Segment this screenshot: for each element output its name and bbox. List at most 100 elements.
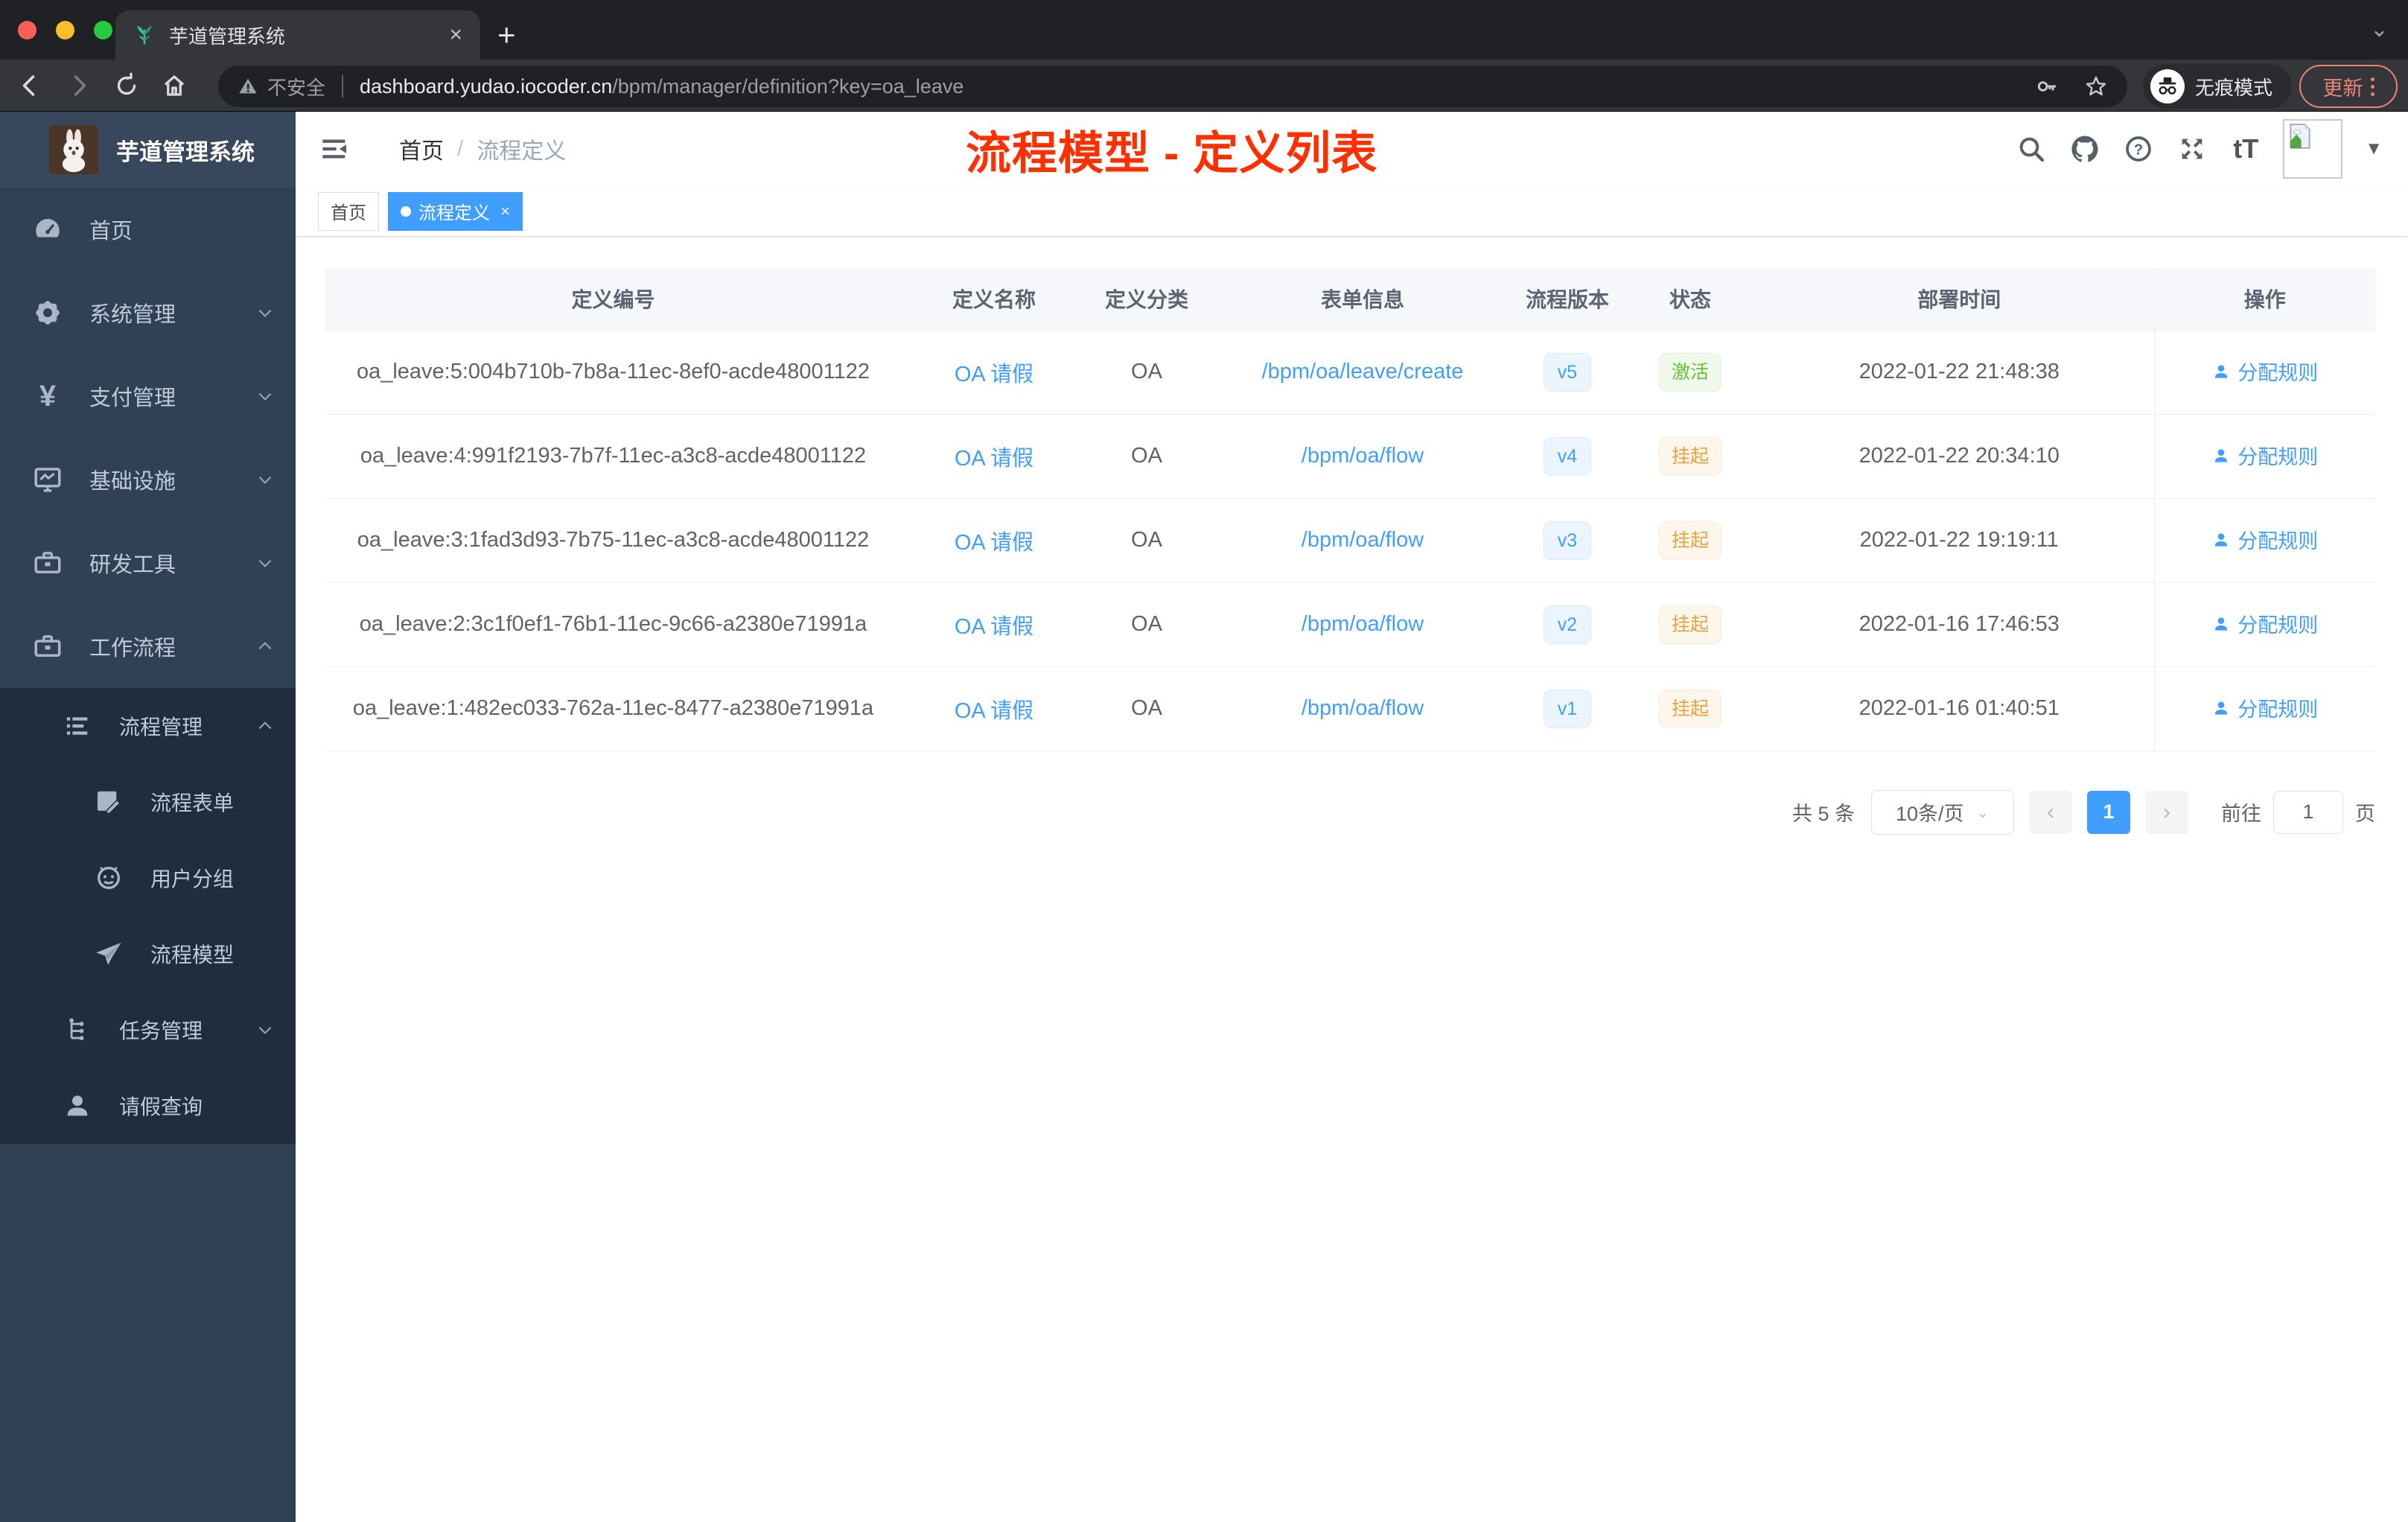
new-tab-button[interactable]: + [497,13,516,57]
security-label[interactable]: 不安全 [267,73,325,101]
form-link[interactable]: /bpm/oa/flow [1302,528,1424,552]
assign-rule-button[interactable]: 分配规则 [2211,609,2318,638]
user-avatar[interactable] [2283,119,2343,179]
app-title: 芋道管理系统 [116,138,255,165]
version-badge[interactable]: v1 [1544,689,1591,728]
window-minimize-button[interactable] [56,21,74,39]
site-favicon-plant-icon [137,25,152,45]
password-key-icon[interactable] [2035,74,2059,98]
sidebar-logo[interactable]: 芋道管理系统 [0,112,296,188]
hamburger-icon[interactable] [320,134,350,164]
sidebar-item-label: 研发工具 [89,553,176,577]
sidebar-item-label: 工作流程 [89,637,176,660]
github-icon[interactable] [2068,133,2101,165]
col-header-version: 流程版本 [1519,268,1616,331]
col-header-status: 状态 [1616,268,1765,331]
page-number-button[interactable]: 1 [2087,790,2130,834]
tag-process-definition[interactable]: 流程定义 × [388,191,523,231]
sidebar-item-home[interactable]: 首页 [0,188,296,271]
chevron-down-icon [255,470,275,489]
version-badge[interactable]: v2 [1544,605,1591,644]
version-badge[interactable]: v5 [1544,352,1591,392]
home-icon[interactable] [158,69,191,102]
sidebar-item-workflow[interactable]: 工作流程 [0,605,296,688]
form-link[interactable]: /bpm/oa/flow [1302,444,1424,468]
tab-close-icon[interactable]: × [449,22,462,48]
sidebar-item-process-form[interactable]: 流程表单 [0,764,296,840]
browser-tab[interactable]: 芋道管理系统 × [115,10,480,60]
breadcrumb-home[interactable]: 首页 [399,133,444,165]
sidebar-item-dev-tools[interactable]: 研发工具 [0,521,296,605]
back-icon[interactable] [13,69,46,102]
sidebar-item-payment[interactable]: ¥ 支付管理 [0,354,296,438]
cell-category: OA [1087,330,1206,415]
sidebar-item-user-group[interactable]: 用户分组 [0,840,296,916]
cell-definition-id: oa_leave:2:3c1f0ef1-76b1-11ec-9c66-a2380… [325,582,901,667]
svg-text:?: ? [2134,142,2143,159]
forward-icon[interactable] [63,69,95,102]
cell-definition-id: oa_leave:1:482ec033-762a-11ec-8477-a2380… [325,666,901,751]
assign-rule-button[interactable]: 分配规则 [2211,357,2318,386]
pagination-total: 共 5 条 [1791,803,1855,825]
tab-search-chevron-icon[interactable]: ⌄ [2370,16,2389,42]
definition-name-link[interactable]: OA 请假 [955,531,1033,555]
browser-tab-strip: 芋道管理系统 × + ⌄ [0,0,2408,60]
reload-icon[interactable] [110,69,143,102]
font-size-icon[interactable]: tT [2229,133,2262,165]
bookmark-star-icon[interactable] [2084,74,2108,98]
definition-name-link[interactable]: OA 请假 [955,699,1033,723]
window-controls[interactable] [18,21,112,39]
tag-home[interactable]: 首页 [318,191,379,231]
window-zoom-button[interactable] [94,21,112,39]
avatar-caret-down-icon[interactable]: ▼ [2365,138,2383,159]
goto-page-input[interactable] [2273,790,2343,834]
next-page-button[interactable]: › [2145,790,2188,834]
prev-page-button[interactable]: ‹ [2029,790,2072,834]
active-tag-dot [401,206,411,217]
address-bar[interactable]: 不安全 dashboard.yudao.iocoder.cn/bpm/manag… [218,66,2127,107]
browser-update-button[interactable]: 更新 [2299,65,2398,108]
window-close-button[interactable] [18,21,36,39]
form-link[interactable]: /bpm/oa/flow [1302,612,1424,636]
sidebar-item-process-model[interactable]: 流程模型 [0,916,296,992]
definition-name-link[interactable]: OA 请假 [955,447,1033,471]
sidebar-item-process-management[interactable]: 流程管理 [0,688,296,764]
browser-menu-dots-icon[interactable] [2370,77,2374,96]
form-link[interactable]: /bpm/oa/leave/create [1262,360,1464,383]
assign-rule-button[interactable]: 分配规则 [2211,693,2318,722]
version-badge[interactable]: v4 [1544,436,1591,476]
select-chevron-down-icon: ⌄ [1975,802,1990,821]
help-icon[interactable]: ? [2122,133,2155,165]
sidebar-item-label: 系统管理 [89,303,176,327]
definition-name-link[interactable]: OA 请假 [955,615,1033,639]
chevron-down-icon [255,553,275,573]
monitor-icon [31,463,64,496]
url-path[interactable]: /bpm/manager/definition?key=oa_leave [612,75,963,98]
sidebar-item-system[interactable]: 系统管理 [0,271,296,354]
action-label: 分配规则 [2237,614,2319,637]
sidebar-item-leave-query[interactable]: 请假查询 [0,1068,296,1144]
gear-icon [31,296,64,329]
url-host[interactable]: dashboard.yudao.iocoder.cn [360,75,612,98]
fullscreen-icon[interactable] [2176,133,2208,165]
omnibox-divider [342,75,344,98]
sidebar-item-label: 任务管理 [119,1019,203,1042]
update-label[interactable]: 更新 [2323,72,2363,101]
search-icon[interactable] [2015,133,2048,165]
incognito-badge: 无痕模式 [2143,64,2292,109]
tag-close-icon[interactable]: × [500,202,510,221]
browser-toolbar: 不安全 dashboard.yudao.iocoder.cn/bpm/manag… [0,60,2408,112]
page-size-select[interactable]: 10条/页 ⌄ [1871,789,2014,835]
cell-definition-id: oa_leave:4:991f2193-7b7f-11ec-a3c8-acde4… [325,414,901,499]
table-row: oa_leave:3:1fad3d93-7b75-11ec-a3c8-acde4… [325,498,2375,583]
form-link[interactable]: /bpm/oa/flow [1302,696,1424,720]
broken-image-icon [2290,124,2310,149]
sidebar-item-infrastructure[interactable]: 基础设施 [0,438,296,521]
definition-name-link[interactable]: OA 请假 [955,363,1033,386]
sidebar: 芋道管理系统 首页 系统管理 ¥ 支付管理 基础设施 研发工具 工作流程 流程管… [0,112,296,1522]
assign-rule-button[interactable]: 分配规则 [2211,441,2318,470]
col-header-actions: 操作 [2153,268,2375,331]
sidebar-item-task-management[interactable]: 任务管理 [0,992,296,1068]
assign-rule-button[interactable]: 分配规则 [2211,525,2318,554]
version-badge[interactable]: v3 [1544,520,1591,560]
